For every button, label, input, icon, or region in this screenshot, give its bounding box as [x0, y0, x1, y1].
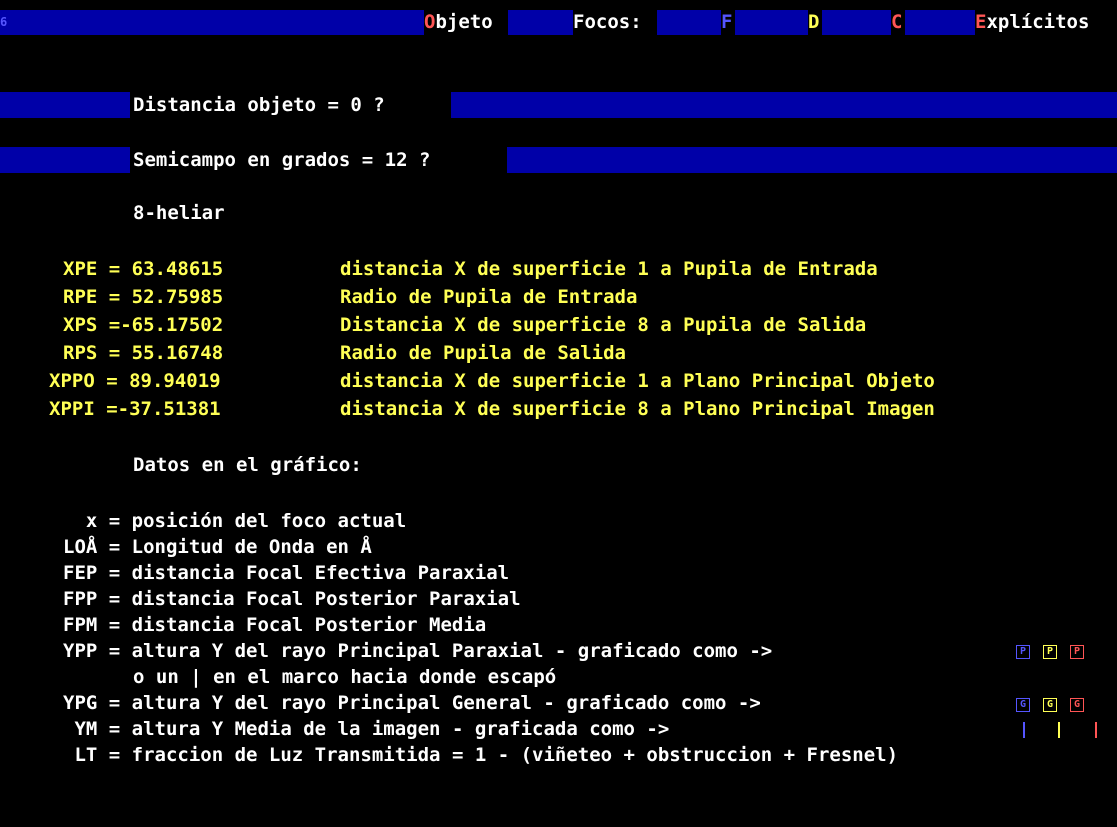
legend-line: YPG = altura Y del rayo Principal Genera…: [63, 692, 761, 714]
legend-line: YM = altura Y Media de la imagen - grafi…: [74, 718, 670, 740]
result-label: RPS = 55.16748: [63, 342, 224, 364]
result-label: RPE = 52.75985: [63, 286, 224, 308]
result-label: XPPI =-37.51381: [49, 398, 221, 420]
legend-line: YPP = altura Y del rayo Principal Paraxi…: [63, 640, 773, 662]
result-label: XPS =-65.17502: [63, 314, 224, 336]
result-label: XPPO = 89.94019: [49, 370, 221, 392]
menu-foco-d[interactable]: D: [808, 10, 822, 35]
menu-objeto[interactable]: Objeto: [424, 10, 508, 35]
legend-line: LT = fraccion de Luz Transmitida = 1 - (…: [74, 744, 899, 766]
p-symbol-yellow: P: [1043, 645, 1057, 659]
legend-line: o un | en el marco hacia donde escapó: [133, 666, 557, 688]
semicampo-input-bar[interactable]: Semicampo en grados = 12 ?: [0, 147, 1117, 173]
result-label: XPE = 63.48615: [63, 258, 224, 280]
menu-explicitos[interactable]: Explícitos: [975, 10, 1117, 35]
bar-symbol-yellow: [1058, 722, 1060, 738]
menu-foco-f[interactable]: F: [721, 10, 735, 35]
system-name: 8-heliar: [133, 202, 225, 224]
p-symbol-red: P: [1070, 645, 1084, 659]
g-symbol-red: G: [1070, 698, 1084, 712]
legend-line: FPP = distancia Focal Posterior Paraxial: [63, 588, 521, 610]
menu-foco-c[interactable]: C: [891, 10, 905, 35]
result-desc: distancia X de superficie 1 a Pupila de …: [340, 258, 878, 280]
menu-focos-label: Focos:: [573, 10, 657, 35]
bar-symbol-blue: [1023, 722, 1025, 738]
result-desc: Radio de Pupila de Salida: [340, 342, 626, 364]
legend-line: FPM = distancia Focal Posterior Media: [63, 614, 487, 636]
bar-symbol-red: [1095, 722, 1097, 738]
p-symbol-blue: P: [1016, 645, 1030, 659]
result-desc: Distancia X de superficie 8 a Pupila de …: [340, 314, 867, 336]
legend-line: FEP = distancia Focal Efectiva Paraxial: [63, 562, 510, 584]
result-desc: distancia X de superficie 8 a Plano Prin…: [340, 398, 935, 420]
menu-bar: 6 Objeto Focos: F D C Explícitos: [0, 10, 1117, 35]
result-desc: distancia X de superficie 1 a Plano Prin…: [340, 370, 935, 392]
semicampo-prompt: Semicampo en grados = 12 ?: [130, 147, 507, 173]
distancia-input-bar[interactable]: Distancia objeto = 0 ?: [0, 92, 1117, 118]
g-symbol-blue: G: [1016, 698, 1030, 712]
distancia-prompt: Distancia objeto = 0 ?: [130, 92, 451, 118]
g-symbol-yellow: G: [1043, 698, 1057, 712]
legend-line: x = posición del foco actual: [85, 510, 407, 532]
result-desc: Radio de Pupila de Entrada: [340, 286, 638, 308]
corner-mark: 6: [0, 10, 8, 35]
legend-line: LOÅ = Longitud de Onda en Å: [63, 536, 372, 558]
legend-title: Datos en el gráfico:: [133, 454, 362, 476]
